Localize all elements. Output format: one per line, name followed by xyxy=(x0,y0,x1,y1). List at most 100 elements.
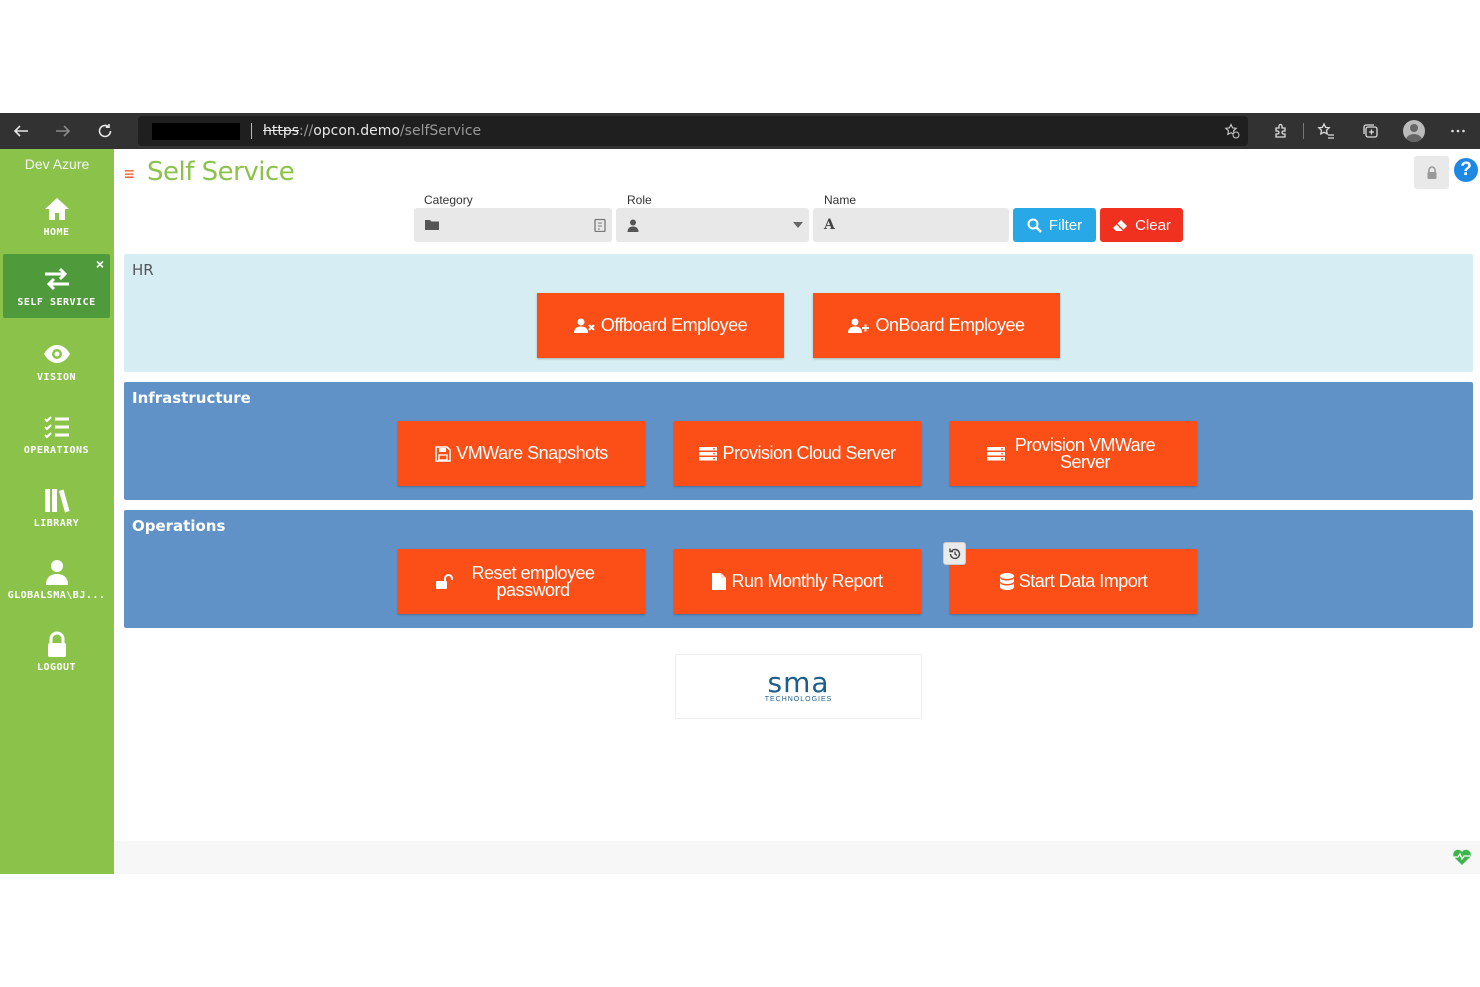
extensions-button[interactable] xyxy=(1259,113,1303,149)
reset-password-button[interactable]: Reset employee password xyxy=(398,549,645,614)
collections-button[interactable] xyxy=(1348,113,1392,149)
button-label: Run Monthly Report xyxy=(731,571,883,591)
user-plus-icon xyxy=(848,318,870,333)
environment-name: Dev Azure xyxy=(24,156,90,172)
address-bar[interactable]: https://opcon.demo/selfService xyxy=(138,116,1248,146)
url-domain: opcon.demo xyxy=(313,123,400,139)
star-list-icon xyxy=(1317,122,1334,139)
sidebar-item-self-service[interactable]: × SELF SERVICE xyxy=(3,254,110,318)
database-icon xyxy=(999,573,1014,590)
more-button[interactable] xyxy=(1436,113,1480,149)
favorites-button[interactable] xyxy=(1304,113,1348,149)
help-button[interactable]: ? xyxy=(1454,158,1478,182)
group-infrastructure: Infrastructure VMWare Snapshots Provisio… xyxy=(124,382,1473,500)
category-field[interactable] xyxy=(414,208,612,242)
user-icon xyxy=(45,559,68,585)
sidebar-item-label: OPERATIONS xyxy=(23,444,90,456)
url-path: /selfService xyxy=(399,123,482,139)
lock-icon xyxy=(47,631,66,657)
main-content: ≡ Self Service ? Category Role Name A Fi… xyxy=(114,149,1480,874)
sidebar-item-label: LOGOUT xyxy=(36,661,77,673)
app-area: Dev Azure HOME × SELF SERVICE VISION OPE… xyxy=(0,149,1480,874)
avatar xyxy=(1403,120,1425,142)
sidebar-item-label: SELF SERVICE xyxy=(17,296,96,308)
filter-button-label: Filter xyxy=(1048,216,1083,234)
reload-button[interactable] xyxy=(84,113,126,149)
tasks-icon xyxy=(43,415,69,438)
puzzle-icon xyxy=(1275,123,1286,138)
arrow-left-icon xyxy=(13,125,28,137)
name-label: Name xyxy=(824,193,857,207)
sidebar-item-home[interactable]: HOME xyxy=(3,184,110,248)
heartbeat-icon xyxy=(1453,849,1471,865)
button-label: OnBoard Employee xyxy=(875,315,1025,335)
button-label: Provision VMWare Server xyxy=(1014,434,1156,472)
button-label: Offboard Employee xyxy=(600,315,748,335)
sidebar-item-label: GLOBALSMA\BJ... xyxy=(7,589,106,601)
role-select[interactable] xyxy=(616,208,809,242)
group-title: Infrastructure xyxy=(132,389,251,407)
redacted-box xyxy=(152,122,240,140)
user-icon xyxy=(627,219,639,232)
search-icon xyxy=(1027,218,1042,233)
eraser-icon xyxy=(1113,219,1128,231)
run-monthly-report-button[interactable]: Run Monthly Report xyxy=(674,549,921,614)
url-separator: :// xyxy=(299,123,314,139)
server-icon xyxy=(987,446,1005,460)
back-button[interactable] xyxy=(0,113,42,149)
clipboard-icon xyxy=(594,218,606,232)
browser-toolbar: https://opcon.demo/selfService xyxy=(0,113,1480,149)
sidebar-item-user[interactable]: GLOBALSMA\BJ... xyxy=(3,547,110,611)
offboard-employee-button[interactable]: Offboard Employee xyxy=(537,293,784,358)
forward-button[interactable] xyxy=(42,113,84,149)
name-input[interactable]: A xyxy=(813,208,1009,242)
filter-button[interactable]: Filter xyxy=(1013,208,1096,242)
onboard-employee-button[interactable]: OnBoard Employee xyxy=(813,293,1060,358)
eye-icon xyxy=(43,344,70,363)
favorite-add-icon[interactable] xyxy=(1224,123,1240,139)
folder-icon xyxy=(425,220,439,230)
sidebar-item-label: HOME xyxy=(43,226,70,238)
sidebar-item-library[interactable]: LIBRARY xyxy=(3,475,110,539)
vmware-snapshots-button[interactable]: VMWare Snapshots xyxy=(398,421,645,486)
clear-button-label: Clear xyxy=(1135,216,1171,234)
floppy-icon xyxy=(435,445,452,462)
home-icon xyxy=(44,197,69,220)
sidebar: Dev Azure HOME × SELF SERVICE VISION OPE… xyxy=(0,149,114,874)
button-label: Provision Cloud Server xyxy=(722,443,896,463)
sidebar-item-operations[interactable]: OPERATIONS xyxy=(3,402,110,466)
sidebar-item-vision[interactable]: VISION xyxy=(3,329,110,393)
server-icon xyxy=(699,446,718,460)
history-icon xyxy=(948,548,960,559)
file-icon xyxy=(712,573,727,590)
sidebar-item-logout[interactable]: LOGOUT xyxy=(3,619,110,683)
menu-icon[interactable]: ≡ xyxy=(124,164,135,185)
logo-subtitle: TECHNOLOGIES xyxy=(764,696,833,703)
provision-cloud-server-button[interactable]: Provision Cloud Server xyxy=(674,421,921,486)
library-icon xyxy=(44,488,69,512)
more-dots-icon xyxy=(1451,129,1465,133)
page-title: Self Service xyxy=(147,157,295,187)
user-times-icon xyxy=(573,318,595,333)
clear-button[interactable]: Clear xyxy=(1100,208,1183,242)
group-operations: Operations Reset employee password Run M… xyxy=(124,510,1473,628)
close-icon[interactable]: × xyxy=(96,256,104,272)
profile-button[interactable] xyxy=(1392,113,1436,149)
refresh-icon xyxy=(98,124,112,138)
provision-vmware-server-button[interactable]: Provision VMWare Server xyxy=(950,421,1197,486)
collections-icon xyxy=(1363,124,1378,138)
url-protocol: https xyxy=(263,123,300,139)
browser-tools xyxy=(1259,113,1480,149)
lock-button[interactable] xyxy=(1414,156,1449,189)
unlock-icon xyxy=(436,573,453,589)
group-title: Operations xyxy=(132,517,226,535)
category-label: Category xyxy=(424,193,473,207)
sma-logo: sma TECHNOLOGIES xyxy=(675,654,922,719)
group-hr: HR Offboard Employee OnBoard Employee xyxy=(124,254,1473,372)
sidebar-item-label: LIBRARY xyxy=(33,517,80,529)
arrow-right-icon xyxy=(56,125,71,137)
exchange-icon xyxy=(44,267,69,290)
history-button[interactable] xyxy=(943,542,966,565)
footer-bar xyxy=(114,841,1480,874)
start-data-import-button[interactable]: Start Data Import xyxy=(950,549,1197,614)
